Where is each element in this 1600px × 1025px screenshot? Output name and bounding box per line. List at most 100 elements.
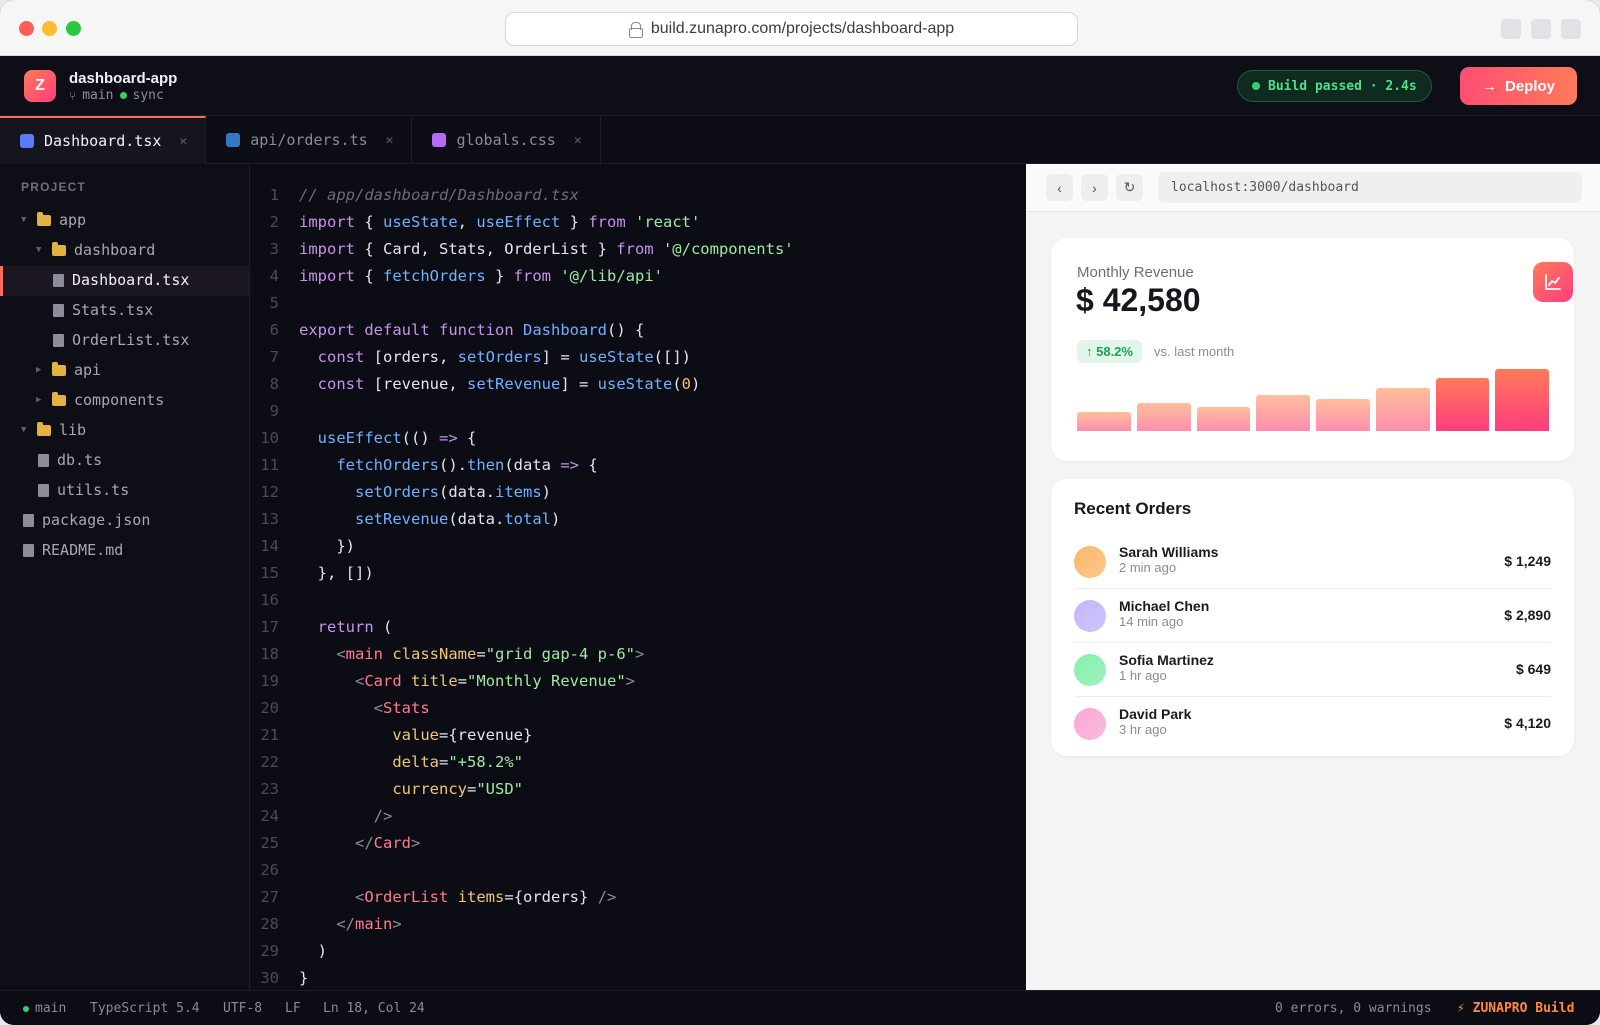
line-number: 8 bbox=[269, 375, 279, 393]
tree-folder-components[interactable]: ▶ components bbox=[36, 387, 164, 413]
tree-file-utils-ts[interactable]: utils.ts bbox=[38, 477, 129, 503]
order-row[interactable]: Michael Chen 14 min ago $ 2,890 bbox=[1074, 589, 1551, 643]
tree-file-readme-md[interactable]: README.md bbox=[23, 537, 123, 563]
close-tab-icon[interactable]: ✕ bbox=[574, 133, 582, 148]
build-status-badge[interactable]: Build passed · 2.4s bbox=[1237, 70, 1432, 102]
code-line[interactable]: 20 <Stats bbox=[251, 699, 1026, 726]
statusbar-brand: ⚡ ZUNAPRO Build bbox=[1457, 1001, 1575, 1016]
code-line[interactable]: 8 const [revenue, setRevenue] = useState… bbox=[251, 375, 1026, 402]
code-line[interactable]: 14 }) bbox=[251, 537, 1026, 564]
chart-line-icon[interactable] bbox=[1533, 262, 1573, 302]
line-number: 25 bbox=[260, 834, 279, 852]
window-control-button[interactable] bbox=[1501, 19, 1521, 39]
preview-toolbar: ‹ › ↻ localhost:3000/dashboard bbox=[1026, 164, 1600, 212]
caret-down-icon: ▼ bbox=[36, 245, 42, 255]
tree-file-dashboard-tsx[interactable]: Dashboard.tsx bbox=[53, 267, 189, 293]
statusbar-problems[interactable]: 0 errors, 0 warnings bbox=[1275, 1001, 1432, 1016]
code-line[interactable]: 6 export default function Dashboard() { bbox=[251, 321, 1026, 348]
tree-folder-app[interactable]: ▼ app bbox=[21, 207, 86, 233]
code-line[interactable]: 3 import { Card, Stats, OrderList } from … bbox=[251, 240, 1026, 267]
code-line[interactable]: 26 bbox=[251, 861, 1026, 888]
statusbar-language[interactable]: TypeScript 5.4 bbox=[90, 1001, 200, 1016]
statusbar-cursor[interactable]: Ln 18, Col 24 bbox=[323, 1001, 425, 1016]
code-line[interactable]: 13 setRevenue(data.total) bbox=[251, 510, 1026, 537]
tree-file-package-json[interactable]: package.json bbox=[23, 507, 150, 533]
tree-file-db-ts[interactable]: db.ts bbox=[38, 447, 102, 473]
statusbar-branch[interactable]: main bbox=[23, 1001, 66, 1016]
forward-button[interactable]: › bbox=[1081, 174, 1108, 201]
lock-icon bbox=[628, 22, 643, 38]
code-line[interactable]: 7 const [orders, setOrders] = useState([… bbox=[251, 348, 1026, 375]
maximize-window-button[interactable] bbox=[66, 21, 81, 36]
tree-folder-dashboard[interactable]: ▼ dashboard bbox=[36, 237, 155, 263]
tab-api-orders-ts[interactable]: api/orders.ts ✕ bbox=[206, 116, 413, 164]
browser-address-bar[interactable]: build.zunapro.com/projects/dashboard-app bbox=[505, 12, 1078, 46]
folder-icon bbox=[37, 211, 51, 226]
code-line[interactable]: 2 import { useState, useEffect } from 're… bbox=[251, 213, 1026, 240]
code-line[interactable]: 23 currency="USD" bbox=[251, 780, 1026, 807]
tree-folder-lib[interactable]: ▼ lib bbox=[21, 417, 86, 443]
file-icon bbox=[38, 483, 49, 497]
code-line[interactable]: 12 setOrders(data.items) bbox=[251, 483, 1026, 510]
line-number: 16 bbox=[260, 591, 279, 609]
project-name[interactable]: dashboard-app bbox=[69, 70, 177, 87]
code-line[interactable]: 27 <OrderList items={orders} /> bbox=[251, 888, 1026, 915]
code-text: <main className="grid gap-4 p-6"> bbox=[336, 645, 645, 663]
order-amount: $ 2,890 bbox=[1504, 607, 1551, 623]
code-line[interactable]: 25 </Card> bbox=[251, 834, 1026, 861]
order-row[interactable]: Sofia Martinez 1 hr ago $ 649 bbox=[1074, 643, 1551, 697]
window-control-button[interactable] bbox=[1561, 19, 1581, 39]
line-number: 21 bbox=[260, 726, 279, 744]
code-line[interactable]: 21 value={revenue} bbox=[251, 726, 1026, 753]
back-button[interactable]: ‹ bbox=[1046, 174, 1073, 201]
code-text: fetchOrders().then(data => { bbox=[336, 456, 598, 474]
code-editor[interactable]: 1 // app/dashboard/Dashboard.tsx 2 import {… bbox=[251, 164, 1026, 990]
code-line[interactable]: 1 // app/dashboard/Dashboard.tsx bbox=[251, 186, 1026, 213]
code-line[interactable]: 30} bbox=[251, 969, 1026, 990]
tree-file-stats-tsx[interactable]: Stats.tsx bbox=[53, 297, 153, 323]
close-tab-icon[interactable]: ✕ bbox=[179, 134, 187, 149]
code-line[interactable]: 19 <Card title="Monthly Revenue"> bbox=[251, 672, 1026, 699]
code-line[interactable]: 18 <main className="grid gap-4 p-6"> bbox=[251, 645, 1026, 672]
revenue-bar bbox=[1495, 369, 1549, 431]
statusbar-encoding[interactable]: UTF-8 bbox=[223, 1001, 262, 1016]
app-window: build.zunapro.com/projects/dashboard-app… bbox=[0, 0, 1600, 1025]
preview-url-input[interactable]: localhost:3000/dashboard bbox=[1158, 172, 1582, 203]
code-text: }) bbox=[299, 537, 355, 555]
code-line[interactable]: 28 </main> bbox=[251, 915, 1026, 942]
tab-globals-css[interactable]: globals.css ✕ bbox=[412, 116, 601, 164]
code-line[interactable]: 22 delta="+58.2%" bbox=[251, 753, 1026, 780]
close-window-button[interactable] bbox=[19, 21, 34, 36]
code-line[interactable]: 10 useEffect(() => { bbox=[251, 429, 1026, 456]
line-number: 17 bbox=[260, 618, 279, 636]
code-line[interactable]: 4 import { fetchOrders } from '@/lib/api' bbox=[251, 267, 1026, 294]
code-line[interactable]: 24 /> bbox=[251, 807, 1026, 834]
order-row[interactable]: David Park 3 hr ago $ 4,120 bbox=[1074, 697, 1551, 751]
tree-folder-api[interactable]: ▶ api bbox=[36, 357, 101, 383]
statusbar-eol[interactable]: LF bbox=[285, 1001, 301, 1016]
code-text: <Card title="Monthly Revenue"> bbox=[355, 672, 636, 690]
tab-dashboard-tsx[interactable]: Dashboard.tsx ✕ bbox=[0, 116, 207, 164]
order-row[interactable]: Sarah Williams 2 min ago $ 1,249 bbox=[1074, 535, 1551, 589]
code-line[interactable]: 11 fetchOrders().then(data => { bbox=[251, 456, 1026, 483]
line-number: 10 bbox=[260, 429, 279, 447]
code-line[interactable]: 15 }, []) bbox=[251, 564, 1026, 591]
tree-file-orderlist-tsx[interactable]: OrderList.tsx bbox=[53, 327, 189, 353]
code-text: ) bbox=[299, 942, 327, 960]
code-line[interactable]: 17 return ( bbox=[251, 618, 1026, 645]
deploy-button[interactable]: → Deploy bbox=[1460, 67, 1577, 105]
code-line[interactable]: 9 bbox=[251, 402, 1026, 429]
code-text: }, []) bbox=[299, 564, 374, 582]
code-line[interactable]: 5 bbox=[251, 294, 1026, 321]
reload-icon[interactable]: ↻ bbox=[1116, 174, 1143, 201]
window-control-button[interactable] bbox=[1531, 19, 1551, 39]
code-line[interactable]: 29 ) bbox=[251, 942, 1026, 969]
close-tab-icon[interactable]: ✕ bbox=[386, 133, 394, 148]
line-number: 29 bbox=[260, 942, 279, 960]
minimize-window-button[interactable] bbox=[42, 21, 57, 36]
tree-item-label: OrderList.tsx bbox=[72, 331, 190, 349]
explorer-title: PROJECT bbox=[21, 180, 87, 194]
code-line[interactable]: 16 bbox=[251, 591, 1026, 618]
editor-tabs: Dashboard.tsx ✕ api/orders.ts ✕ globals.… bbox=[0, 116, 1600, 164]
tree-item-label: db.ts bbox=[57, 451, 103, 469]
